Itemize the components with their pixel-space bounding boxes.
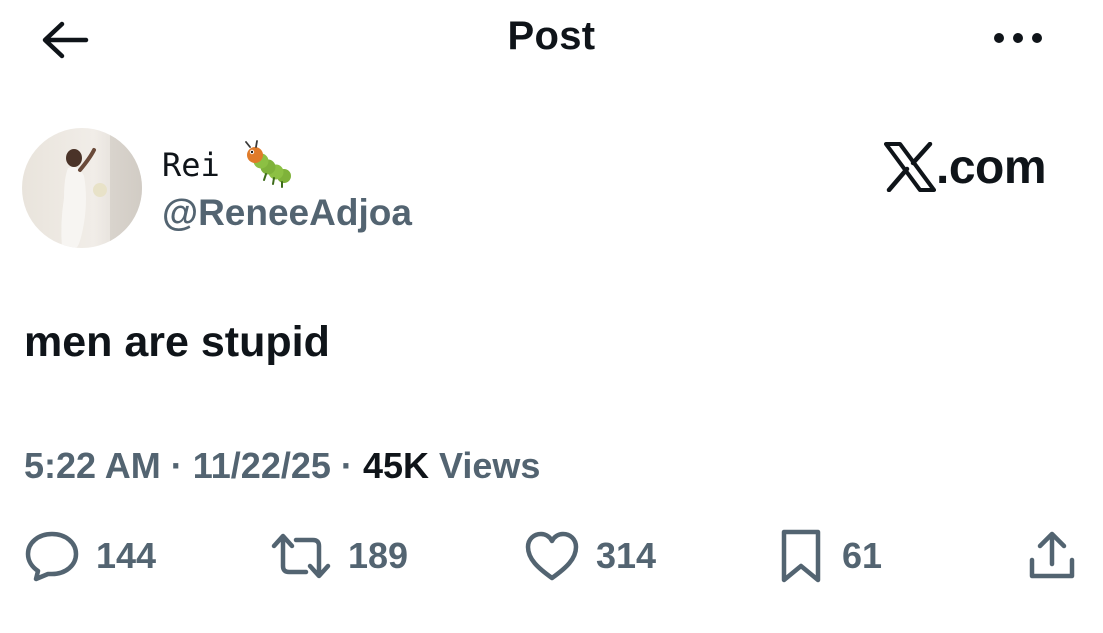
user-handle[interactable]: @ReneeAdjoa xyxy=(162,192,412,234)
share-button[interactable] xyxy=(1026,528,1078,584)
reply-button[interactable]: 144 xyxy=(24,528,156,584)
meta-separator: · xyxy=(170,445,183,486)
like-count: 314 xyxy=(596,535,657,576)
post-meta: 5:22 AM · 11/22/25 · 45K Views xyxy=(24,445,540,487)
bookmark-icon xyxy=(781,529,821,583)
avatar[interactable] xyxy=(22,128,142,248)
x-logo-icon xyxy=(884,142,936,192)
meta-separator: · xyxy=(340,445,353,486)
repost-count: 189 xyxy=(348,535,409,576)
avatar-photo xyxy=(22,128,142,248)
post-time[interactable]: 5:22 AM xyxy=(24,445,161,486)
heart-icon xyxy=(525,531,579,581)
page-title: Post xyxy=(507,14,596,58)
views-label[interactable]: Views xyxy=(439,445,540,486)
post-date[interactable]: 11/22/25 xyxy=(193,445,331,486)
watermark-text: .com xyxy=(936,141,1047,194)
reply-icon xyxy=(25,531,79,582)
repost-icon xyxy=(271,533,331,579)
reply-count: 144 xyxy=(96,535,157,576)
bookmark-count: 61 xyxy=(842,535,883,576)
bookmark-button[interactable]: 61 xyxy=(776,528,882,584)
top-bar: Post xyxy=(0,0,1103,80)
post-text: men are stupid xyxy=(24,318,330,366)
caterpillar-emoji xyxy=(240,140,294,188)
like-button[interactable]: 314 xyxy=(524,528,656,584)
more-button[interactable] xyxy=(990,26,1046,50)
repost-button[interactable]: 189 xyxy=(270,528,408,584)
share-icon xyxy=(1029,531,1075,579)
views-count[interactable]: 45K xyxy=(363,445,429,486)
more-horizontal-icon xyxy=(994,33,1042,43)
display-name[interactable]: Rei xyxy=(162,146,220,184)
